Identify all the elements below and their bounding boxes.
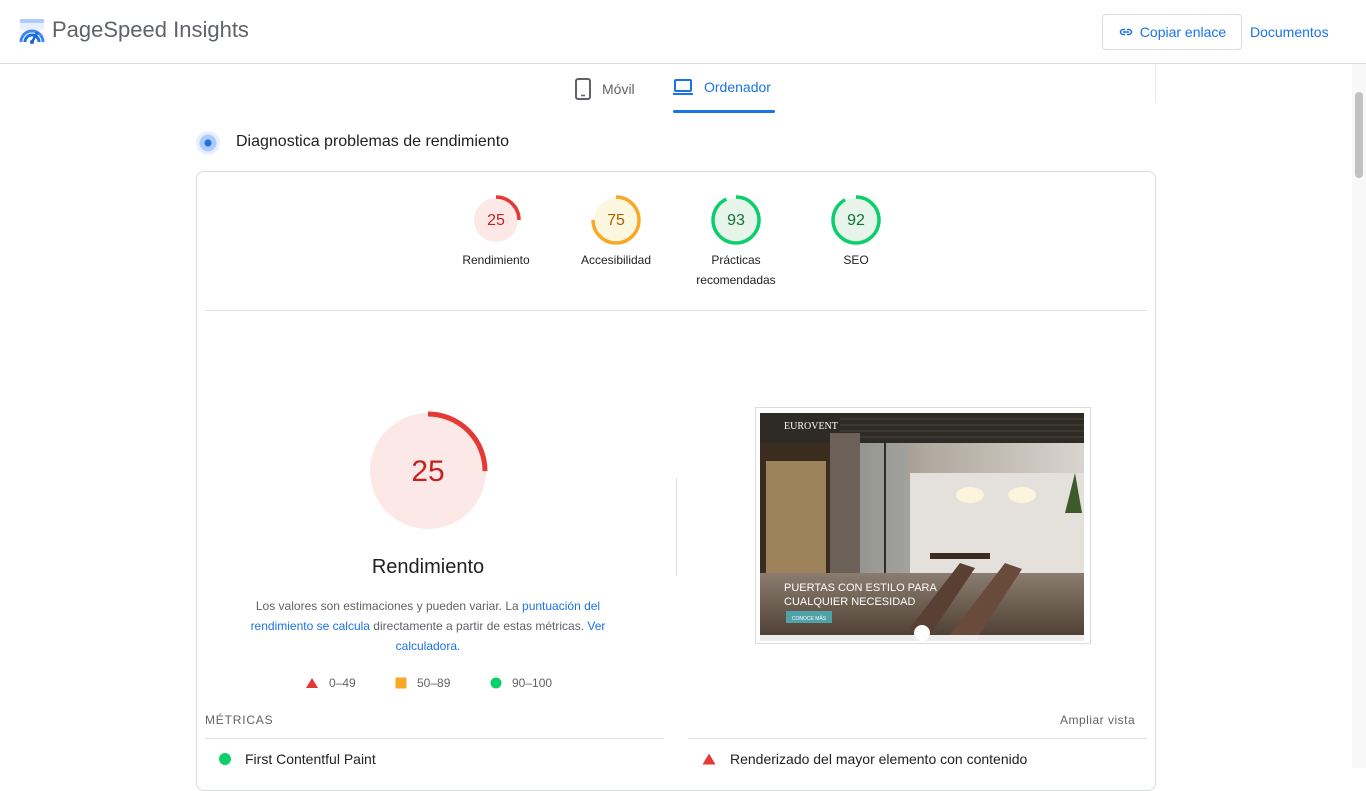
screenshot-headline-1: PUERTAS CON ESTILO PARA bbox=[784, 582, 937, 594]
page-scrollbar[interactable] bbox=[1352, 64, 1366, 768]
page-screenshot-frame: EUROVENT PUERTAS CON ESTILO PARA CUALQUI… bbox=[755, 407, 1091, 644]
diagnostics-icon bbox=[196, 131, 220, 155]
active-tab-indicator bbox=[673, 110, 775, 113]
gauge-performance[interactable]: 25 Rendimiento bbox=[436, 194, 556, 270]
link-icon bbox=[1119, 28, 1133, 36]
gauge-best-practices-score: 93 bbox=[727, 212, 745, 229]
legend-poor: 0–49 bbox=[305, 676, 356, 690]
gauge-best-practices-label: Prácticas recomendadas bbox=[696, 253, 776, 287]
app-title[interactable]: PageSpeed Insights bbox=[52, 17, 249, 43]
circle-icon bbox=[490, 677, 502, 689]
gauge-seo-label: SEO bbox=[843, 253, 869, 267]
screenshot-cta: CONOCE MÁS bbox=[792, 615, 827, 622]
tab-mobile-label: Móvil bbox=[602, 81, 635, 97]
metric-fcp-label: First Contentful Paint bbox=[245, 751, 376, 767]
gauge-accessibility-label: Accesibilidad bbox=[580, 253, 652, 267]
gauge-accessibility-ring: 75 bbox=[591, 195, 641, 245]
top-bar: PageSpeed Insights Copiar enlace Documen… bbox=[0, 0, 1366, 64]
gauge-seo-score: 92 bbox=[847, 212, 865, 229]
copy-link-label: Copiar enlace bbox=[1139, 24, 1227, 40]
square-icon bbox=[395, 677, 407, 689]
tab-desktop-label: Ordenador bbox=[704, 79, 771, 95]
scrollbar-thumb[interactable] bbox=[1355, 92, 1363, 178]
card-divider bbox=[205, 310, 1147, 311]
gauge-seo[interactable]: 92 SEO bbox=[796, 194, 916, 270]
expand-view-toggle[interactable]: Ampliar vista bbox=[1060, 713, 1135, 727]
tab-desktop[interactable]: Ordenador bbox=[672, 78, 771, 96]
gauge-performance-ring: 25 bbox=[471, 195, 521, 245]
metrics-divider-left bbox=[205, 738, 664, 739]
legend-good: 90–100 bbox=[490, 676, 552, 690]
tab-mobile[interactable]: Móvil bbox=[574, 78, 635, 100]
main-performance-gauge: 25 bbox=[368, 411, 488, 531]
section-title: Diagnostica problemas de rendimiento bbox=[236, 133, 510, 150]
divider bbox=[1155, 64, 1156, 102]
poor-status-icon bbox=[702, 753, 716, 765]
gauge-performance-label: Rendimiento bbox=[462, 253, 530, 267]
gauge-best-practices-ring: 93 bbox=[711, 195, 761, 245]
score-description: Los valores son estimaciones y pueden va… bbox=[246, 596, 610, 656]
metrics-divider-right bbox=[688, 738, 1147, 739]
good-status-icon bbox=[219, 753, 231, 765]
metric-lcp-label: Renderizado del mayor elemento con conte… bbox=[730, 751, 1028, 767]
triangle-icon bbox=[306, 678, 318, 688]
desc-text-2: directamente a partir de estas métricas. bbox=[369, 619, 588, 633]
page-screenshot: EUROVENT PUERTAS CON ESTILO PARA CUALQUI… bbox=[760, 413, 1084, 641]
gauge-accessibility[interactable]: 75 Accesibilidad bbox=[556, 194, 676, 270]
screenshot-brand: EUROVENT bbox=[784, 421, 838, 432]
screenshot-headline-2: CUALQUIER NECESIDAD bbox=[784, 596, 915, 608]
legend-average-label: 50–89 bbox=[417, 676, 451, 690]
pagespeed-logo-icon[interactable] bbox=[19, 18, 45, 44]
gauge-accessibility-score: 75 bbox=[607, 212, 625, 229]
metric-first-contentful-paint[interactable]: First Contentful Paint bbox=[219, 751, 376, 767]
metric-largest-contentful-paint[interactable]: Renderizado del mayor elemento con conte… bbox=[702, 751, 1027, 767]
vertical-divider bbox=[676, 478, 677, 576]
docs-link[interactable]: Documentos bbox=[1250, 24, 1329, 40]
copy-link-button[interactable]: Copiar enlace bbox=[1102, 14, 1242, 50]
legend-poor-label: 0–49 bbox=[329, 676, 356, 690]
phone-icon bbox=[575, 78, 591, 100]
desc-text-1: Los valores son estimaciones y pueden va… bbox=[255, 599, 523, 613]
laptop-icon bbox=[673, 79, 693, 95]
gauge-best-practices[interactable]: 93 Prácticas recomendadas bbox=[676, 194, 796, 290]
main-performance-score: 25 bbox=[411, 455, 444, 488]
legend-good-label: 90–100 bbox=[512, 676, 553, 690]
legend-average: 50–89 bbox=[395, 676, 450, 690]
main-performance-label: Rendimiento bbox=[371, 556, 485, 578]
metrics-heading: MÉTRICAS bbox=[205, 713, 274, 727]
gauge-performance-score: 25 bbox=[487, 212, 505, 229]
gauge-seo-ring: 92 bbox=[831, 195, 881, 245]
